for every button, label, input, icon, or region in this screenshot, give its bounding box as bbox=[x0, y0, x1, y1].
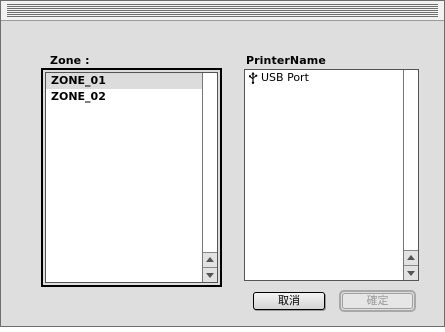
printer-list[interactable]: USB Port bbox=[244, 69, 419, 281]
printer-select-dialog: Zone : PrinterName ZONE_01 ZONE_02 USB P… bbox=[0, 0, 445, 327]
zone-list-items: ZONE_01 ZONE_02 bbox=[46, 73, 202, 282]
usb-icon bbox=[249, 72, 258, 84]
zone-list[interactable]: ZONE_01 ZONE_02 bbox=[45, 72, 218, 283]
title-bar[interactable] bbox=[1, 1, 444, 21]
printer-item-usb-port[interactable]: USB Port bbox=[245, 70, 403, 86]
zone-list-scrollbar[interactable] bbox=[202, 73, 217, 282]
arrow-up-icon bbox=[407, 255, 415, 260]
zone-scroll-up-button[interactable] bbox=[203, 252, 217, 267]
zone-list-focus-ring: ZONE_01 ZONE_02 bbox=[41, 68, 222, 287]
printer-scroll-down-button[interactable] bbox=[404, 265, 418, 280]
arrow-down-icon bbox=[407, 271, 415, 276]
cancel-button[interactable]: 取消 bbox=[253, 292, 325, 310]
zone-item-zone-02[interactable]: ZONE_02 bbox=[46, 89, 202, 105]
title-bar-stripes bbox=[7, 4, 438, 17]
printer-list-scrollbar[interactable] bbox=[403, 70, 418, 280]
printer-name-label: PrinterName bbox=[246, 54, 326, 67]
printer-list-items: USB Port bbox=[245, 70, 403, 280]
zone-scroll-track[interactable] bbox=[203, 73, 217, 252]
zone-scroll-down-button[interactable] bbox=[203, 267, 217, 282]
zone-item-zone-01[interactable]: ZONE_01 bbox=[46, 73, 202, 89]
arrow-down-icon bbox=[206, 273, 214, 278]
printer-scroll-up-button[interactable] bbox=[404, 250, 418, 265]
zone-label: Zone : bbox=[50, 54, 90, 67]
ok-button[interactable]: 確定 bbox=[342, 293, 413, 309]
printer-scroll-track[interactable] bbox=[404, 70, 418, 250]
arrow-up-icon bbox=[206, 257, 214, 262]
printer-item-label: USB Port bbox=[261, 71, 309, 84]
